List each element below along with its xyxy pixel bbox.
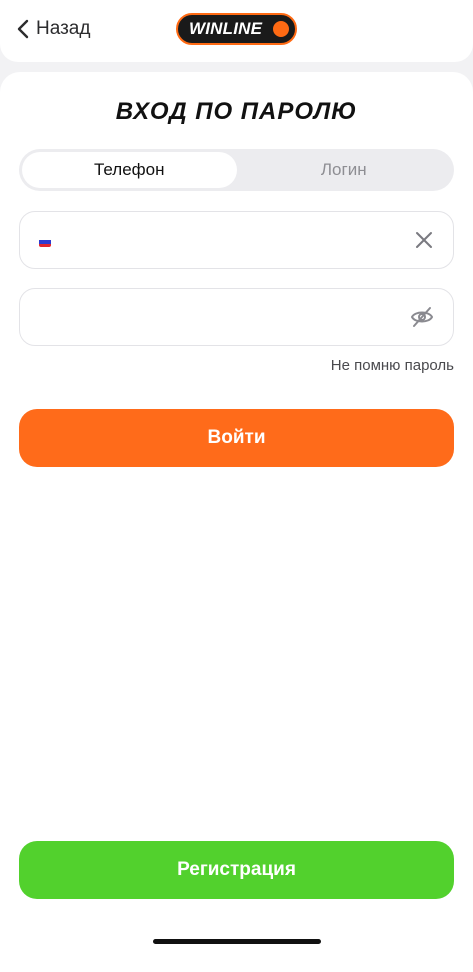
forgot-password-link[interactable]: Не помню пароль <box>331 357 454 374</box>
close-icon[interactable] <box>415 231 433 249</box>
tab-phone-label: Телефон <box>93 160 165 179</box>
tab-login[interactable]: Логин <box>237 152 452 188</box>
back-button[interactable]: Назад <box>16 16 90 42</box>
top-bar: Назад WINLINE <box>0 0 473 62</box>
page-title: ВХОД ПО ПАРОЛЮ <box>115 98 358 125</box>
home-indicator <box>153 939 321 944</box>
logo-dot-icon <box>271 19 291 39</box>
back-label: Назад <box>36 18 91 39</box>
phone-field <box>19 211 454 269</box>
chevron-left-icon <box>17 19 29 39</box>
tab-phone[interactable]: Телефон <box>22 152 237 188</box>
tab-login-label: Логин <box>320 160 367 179</box>
password-field <box>19 288 454 346</box>
phone-input[interactable] <box>60 212 400 268</box>
login-method-tabs: Телефон Логин <box>19 149 454 191</box>
password-input[interactable] <box>38 289 378 345</box>
login-button[interactable]: Войти <box>19 409 454 467</box>
russia-flag-icon <box>39 237 51 247</box>
winline-logo: WINLINE <box>176 13 297 45</box>
logo-text: WINLINE <box>189 19 263 38</box>
register-button[interactable]: Регистрация <box>19 841 454 899</box>
eye-off-icon[interactable] <box>410 306 434 328</box>
login-card: ВХОД ПО ПАРОЛЮ Телефон Логин Не помню па… <box>0 72 473 972</box>
